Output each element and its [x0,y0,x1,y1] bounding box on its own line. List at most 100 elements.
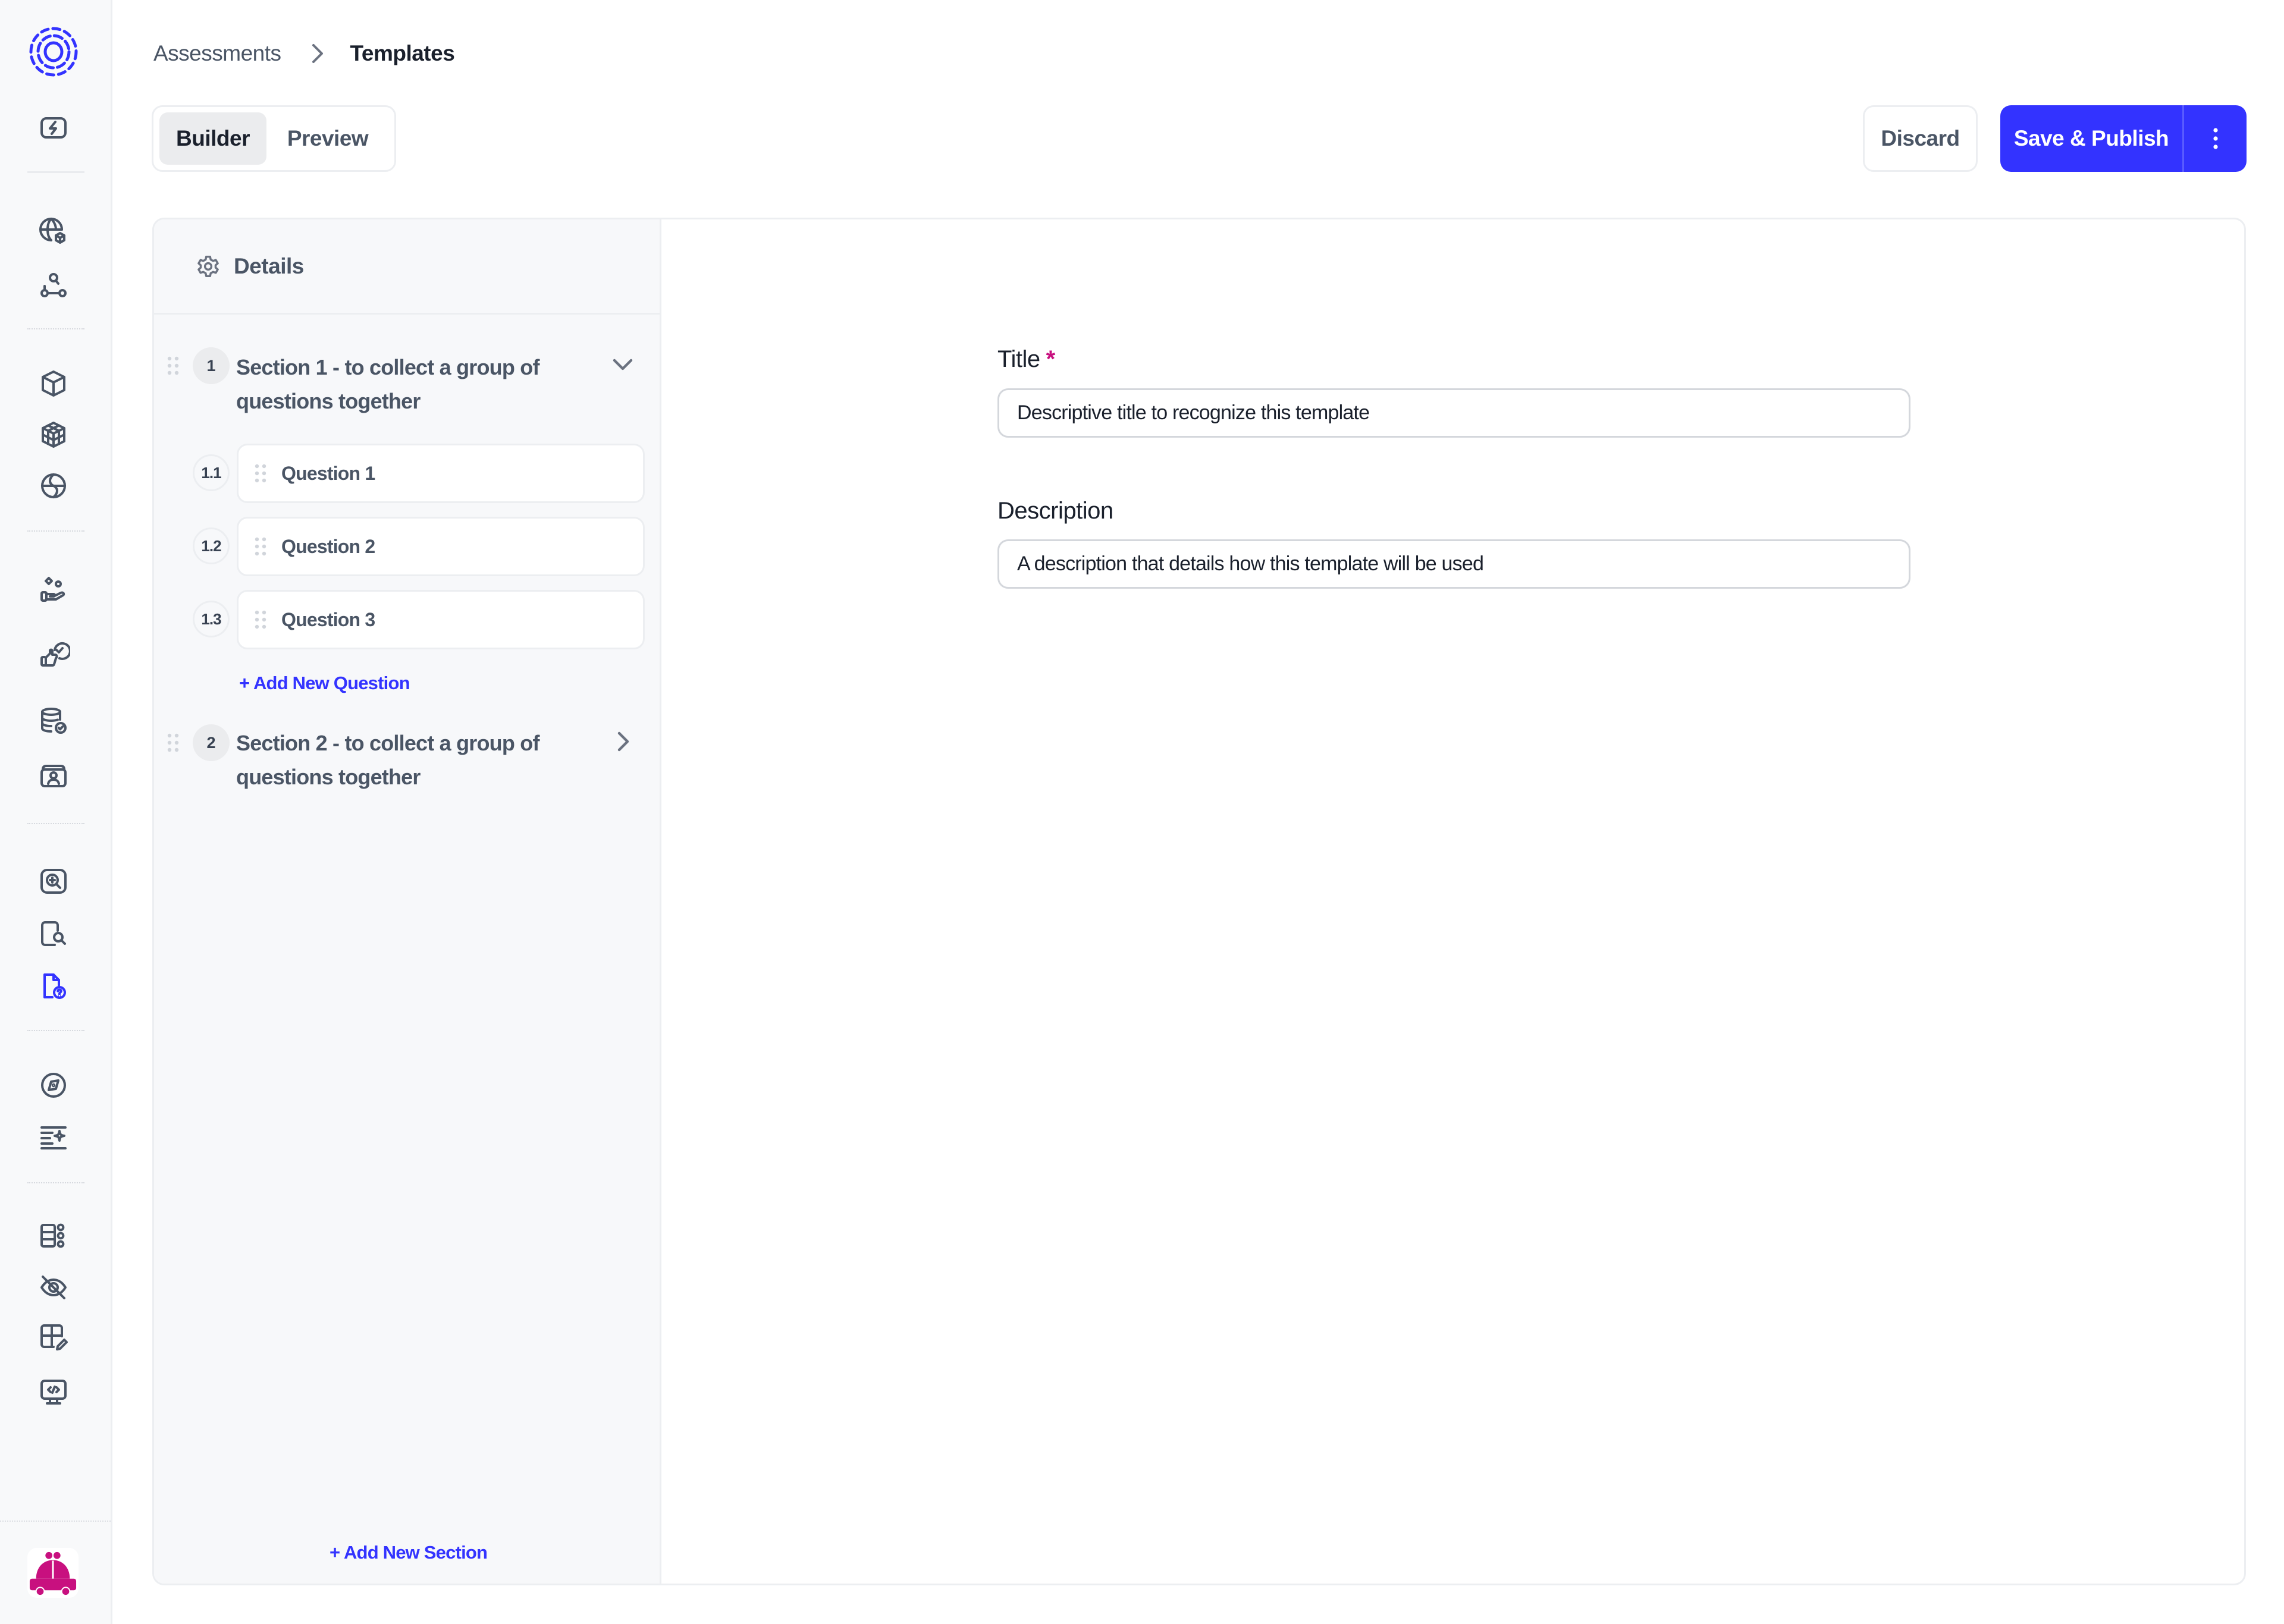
cube-icon [42,370,65,397]
sidebar-item-vendors[interactable] [36,572,71,608]
sidebar-divider [27,823,84,824]
breadcrumb-assessments-link[interactable]: Assessments [153,41,281,66]
breadcrumb-current: Templates [350,41,455,65]
question-label: Question 2 [281,535,375,557]
template-builder-panel: Details 1 Section 1 - to collect a group… [152,218,2246,1585]
title-input[interactable] [997,388,1910,438]
sidebar-item-people[interactable] [36,758,71,793]
sidebar-divider [27,328,84,329]
drag-dots-icon [167,733,179,752]
details-label: Details [234,253,304,278]
hand-shapes-icon [40,577,65,602]
eye-off-icon [40,1276,67,1299]
avatar[interactable] [27,1548,79,1598]
section-number-badge: 1 [193,347,230,384]
chevron-right-icon [312,44,323,63]
sidebar-item-assessments[interactable] [36,969,71,1004]
sidebar-item-discovery[interactable] [36,863,71,899]
collapse-section-button[interactable] [610,352,636,378]
question-item[interactable]: Question 1 [237,444,645,503]
save-publish-button[interactable]: Save & Publish [2000,105,2184,172]
question-number-badge: 1.3 [193,601,230,637]
sidebar-divider [27,1182,84,1183]
sidebar [0,0,112,1624]
drag-dots-icon [167,356,179,375]
question-label: Question 1 [281,462,375,484]
chevron-down-icon [613,359,633,370]
car-avatar-icon [29,1551,77,1597]
section-number-badge: 2 [193,724,230,761]
sidebar-item-ai-insights[interactable] [36,1119,71,1155]
title-label-text: Title [997,346,1040,372]
text-sparkle-icon [40,1126,67,1149]
required-asterisk: * [1046,346,1056,372]
folder-user-icon [40,765,67,787]
details-nav-item[interactable]: Details [154,219,660,315]
view-toggle: Builder Preview [152,105,396,172]
monitor-code-icon [40,1380,67,1405]
question-label: Question 3 [281,608,375,630]
sidebar-item-data-inventory[interactable] [36,703,71,739]
question-item[interactable]: Question 3 [237,590,645,649]
document-search-icon [41,921,66,946]
discard-button[interactable]: Discard [1863,105,1978,172]
database-check-icon [41,708,67,734]
compass-icon [41,1073,66,1098]
question-item[interactable]: Question 2 [237,517,645,576]
sidebar-item-explore[interactable] [36,1067,71,1103]
lightning-icon [40,117,67,139]
sidebar-item-global-assets[interactable] [36,214,71,250]
sidebar-item-audits[interactable] [36,916,71,952]
sidebar-divider [0,1521,111,1522]
drag-handle[interactable] [254,463,267,483]
brand-logo[interactable] [29,27,79,77]
sidebar-item-asset-groups[interactable] [36,417,71,453]
drag-handle[interactable] [254,610,267,630]
sidebar-item-layouts[interactable] [36,1320,71,1355]
globe-orbit-icon [41,473,66,498]
sidebar-divider [27,171,84,173]
drag-handle[interactable] [167,356,180,376]
gear-icon [197,255,219,277]
grid-pencil-icon [40,1324,68,1350]
section-title[interactable]: Section 1 - to collect a group of questi… [236,350,593,418]
sidebar-item-developer[interactable] [36,1374,71,1410]
document-question-icon [43,973,66,999]
more-vertical-icon [2213,128,2218,149]
breadcrumb: Assessments Templates [153,39,455,68]
question-number-badge: 1.2 [193,527,230,564]
thumbs-up-check-icon [40,642,70,667]
sidebar-divider [27,1030,84,1031]
question-number-badge: 1.1 [193,454,230,491]
sidebar-item-quick-actions[interactable] [36,110,71,146]
drag-handle[interactable] [167,733,180,753]
globe-box-icon [39,218,65,244]
drag-dots-icon [255,464,266,483]
drag-dots-icon [255,537,266,556]
logo-rings-icon [29,27,78,77]
tab-preview[interactable]: Preview [271,112,384,165]
section-title[interactable]: Section 2 - to collect a group of questi… [236,726,593,794]
tab-builder[interactable]: Builder [159,112,266,165]
sidebar-item-connections[interactable] [36,268,71,304]
description-input[interactable] [997,539,1910,589]
sidebar-item-global[interactable] [36,468,71,504]
sidebar-divider [27,530,84,532]
add-new-question-link[interactable]: + Add New Question [239,673,410,694]
add-new-section-link[interactable]: + Add New Section [330,1542,488,1563]
save-publish-group: Save & Publish [2000,105,2247,172]
title-label: Title * [997,346,1055,373]
nodes-icon [40,273,67,297]
drag-handle[interactable] [254,536,267,557]
sidebar-item-schemas[interactable] [36,1218,71,1254]
cubes-icon [42,422,65,448]
description-label: Description [997,498,1113,524]
expand-section-button[interactable] [610,728,636,755]
drag-dots-icon [255,610,266,629]
builder-outline: Details 1 Section 1 - to collect a group… [154,219,661,1584]
more-options-button[interactable] [2184,105,2247,172]
sidebar-item-approvals[interactable] [36,638,71,674]
sidebar-item-privacy[interactable] [36,1270,71,1305]
grid-nodes-icon [40,1223,65,1248]
sidebar-item-assets[interactable] [36,366,71,401]
